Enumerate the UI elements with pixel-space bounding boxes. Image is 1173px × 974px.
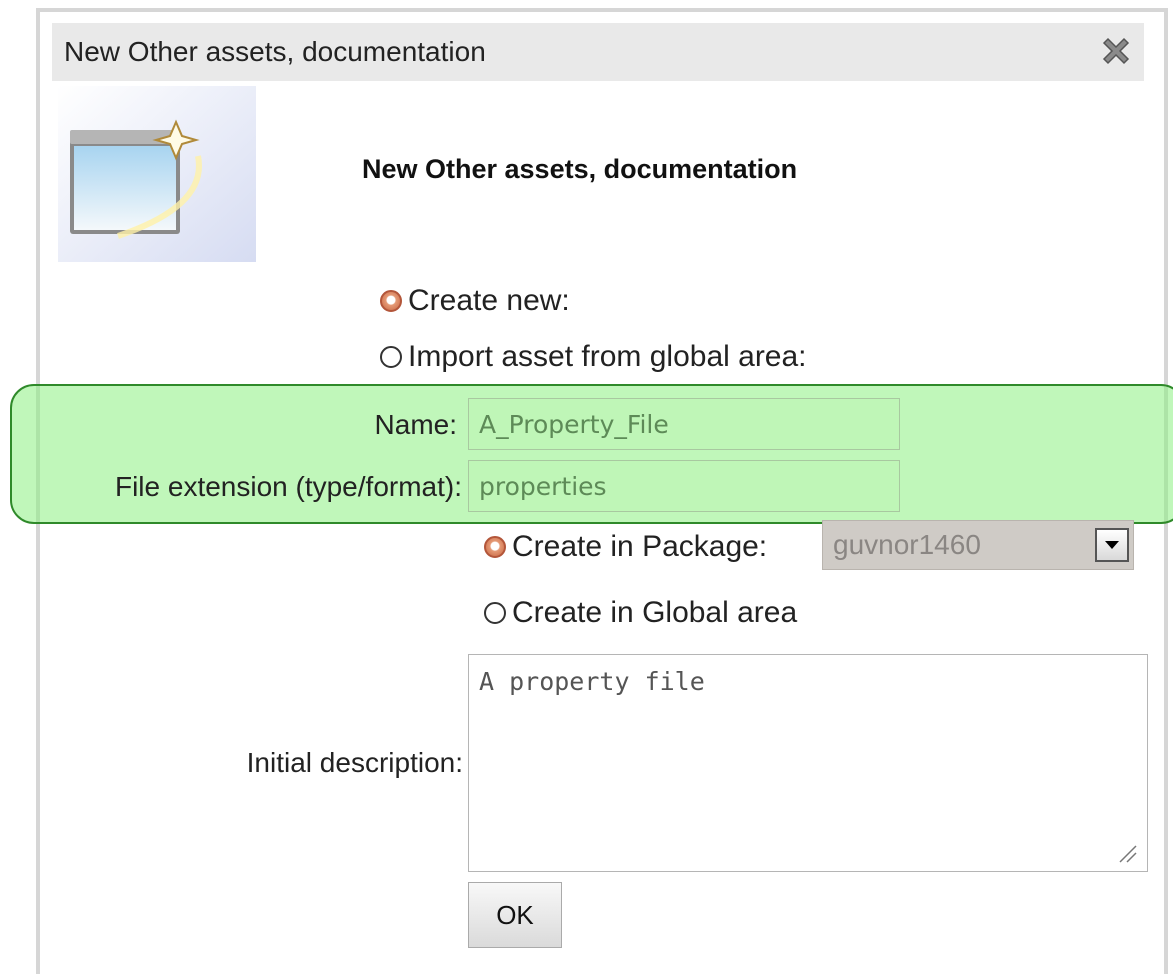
chevron-down-icon[interactable] — [1095, 528, 1129, 562]
dialog-title: New Other assets, documentation — [64, 36, 486, 67]
import-global-label: Import asset from global area: — [408, 340, 807, 373]
close-icon[interactable] — [1096, 31, 1136, 71]
import-global-option[interactable]: Import asset from global area: — [380, 340, 807, 374]
name-label: Name: — [374, 409, 457, 440]
dialog-header[interactable]: New Other assets, documentation — [52, 23, 1144, 81]
new-asset-wizard-image — [58, 86, 256, 262]
resize-grip-icon[interactable] — [1116, 842, 1138, 864]
package-select[interactable]: guvnor1460 — [822, 520, 1134, 570]
description-label: Initial description: — [246, 747, 463, 778]
description-textarea[interactable]: A property file — [468, 654, 1148, 872]
file-extension-label: File extension (type/format): — [114, 471, 462, 502]
import-global-radio[interactable] — [380, 346, 402, 368]
create-in-global-label: Create in Global area — [512, 596, 798, 629]
create-in-package-radio[interactable] — [484, 536, 506, 558]
stage: New Other assets, documentation New Othe… — [0, 0, 1173, 974]
create-new-radio[interactable] — [380, 290, 402, 312]
package-select-value: guvnor1460 — [833, 529, 981, 560]
name-input[interactable] — [468, 398, 900, 450]
create-in-global-radio[interactable] — [484, 602, 506, 624]
create-in-package-option[interactable]: Create in Package: — [484, 530, 767, 564]
ok-button[interactable]: OK — [468, 882, 562, 948]
create-new-option[interactable]: Create new: — [380, 284, 570, 318]
dialog-heading: New Other assets, documentation — [362, 154, 798, 184]
create-in-package-label: Create in Package: — [512, 530, 768, 563]
create-in-global-option[interactable]: Create in Global area — [484, 596, 797, 630]
file-extension-input[interactable] — [468, 460, 900, 512]
create-new-label: Create new: — [408, 284, 570, 317]
